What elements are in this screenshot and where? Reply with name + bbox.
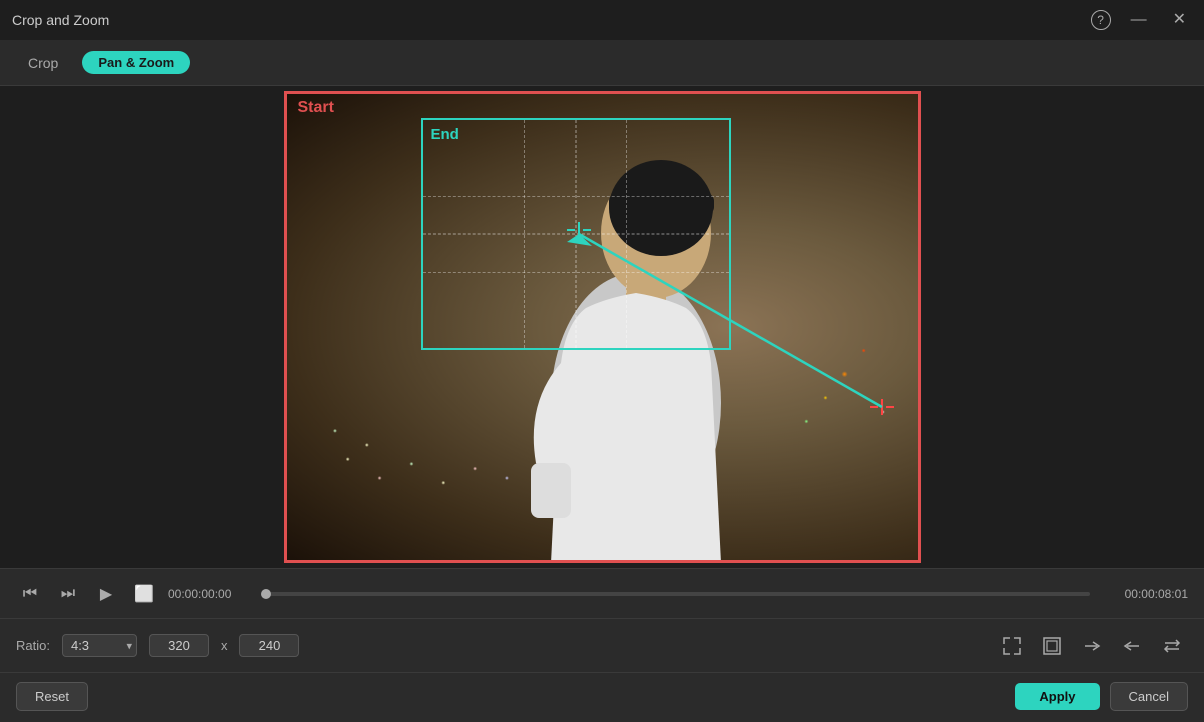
person-silhouette (506, 123, 766, 563)
swap-button[interactable] (1156, 632, 1188, 660)
step-back-button[interactable]: ⏮ (16, 580, 44, 608)
skip-start-button[interactable] (1116, 632, 1148, 660)
tab-area: Crop Pan & Zoom (0, 40, 1204, 86)
progress-bar[interactable] (266, 592, 1090, 596)
icon-btn-group (996, 632, 1188, 660)
width-input[interactable]: 320 (149, 634, 209, 657)
help-button[interactable]: ? (1091, 10, 1111, 30)
bottom-bar: Ratio: 4:3 16:9 1:1 9:16 Custom 320 x 24… (0, 618, 1204, 672)
title-bar: Crop and Zoom ? — ✕ (0, 0, 1204, 40)
title-bar-right: ? — ✕ (1091, 10, 1192, 30)
time-current: 00:00:00:00 (168, 587, 248, 601)
shrink-icon (1003, 637, 1021, 655)
tab-crop[interactable]: Crop (20, 51, 66, 75)
stop-icon: ⬜ (134, 584, 154, 604)
minimize-button[interactable]: — (1125, 10, 1153, 30)
skip-start-icon (1123, 637, 1141, 655)
ratio-select[interactable]: 4:3 16:9 1:1 9:16 Custom (62, 634, 137, 657)
step-forward-button[interactable]: ⏭ (54, 580, 82, 608)
height-input[interactable]: 240 (239, 634, 299, 657)
cancel-button[interactable]: Cancel (1110, 682, 1188, 711)
stop-button[interactable]: ⬜ (130, 580, 158, 608)
tab-panzoom[interactable]: Pan & Zoom (82, 51, 190, 74)
apply-button[interactable]: Apply (1015, 683, 1099, 710)
step-forward-icon: ⏭ (61, 585, 75, 603)
canvas-area: Start End (0, 86, 1204, 568)
skip-end-button[interactable] (1076, 632, 1108, 660)
time-end: 00:00:08:01 (1108, 587, 1188, 601)
bottom-actions: Reset Apply Cancel (0, 672, 1204, 720)
step-back-icon: ⏮ (23, 585, 37, 603)
reset-button[interactable]: Reset (16, 682, 88, 711)
play-icon: ▶ (100, 584, 112, 604)
expand-icon (1043, 637, 1061, 655)
play-button[interactable]: ▶ (92, 580, 120, 608)
apply-cancel-group: Apply Cancel (1015, 682, 1188, 711)
start-label: Start (298, 99, 334, 117)
shrink-button[interactable] (996, 632, 1028, 660)
expand-button[interactable] (1036, 632, 1068, 660)
video-frame: Start End (284, 91, 921, 563)
swap-icon (1163, 637, 1181, 655)
close-button[interactable]: ✕ (1167, 10, 1192, 30)
app-title: Crop and Zoom (12, 12, 109, 28)
dimension-separator: x (221, 638, 228, 653)
ratio-select-wrap[interactable]: 4:3 16:9 1:1 9:16 Custom (62, 634, 137, 657)
skip-end-icon (1083, 637, 1101, 655)
progress-thumb[interactable] (261, 589, 271, 599)
control-bar: ⏮ ⏭ ▶ ⬜ 00:00:00:00 00:00:08:01 (0, 568, 1204, 618)
ratio-label: Ratio: (16, 638, 50, 653)
title-bar-left: Crop and Zoom (12, 12, 109, 28)
